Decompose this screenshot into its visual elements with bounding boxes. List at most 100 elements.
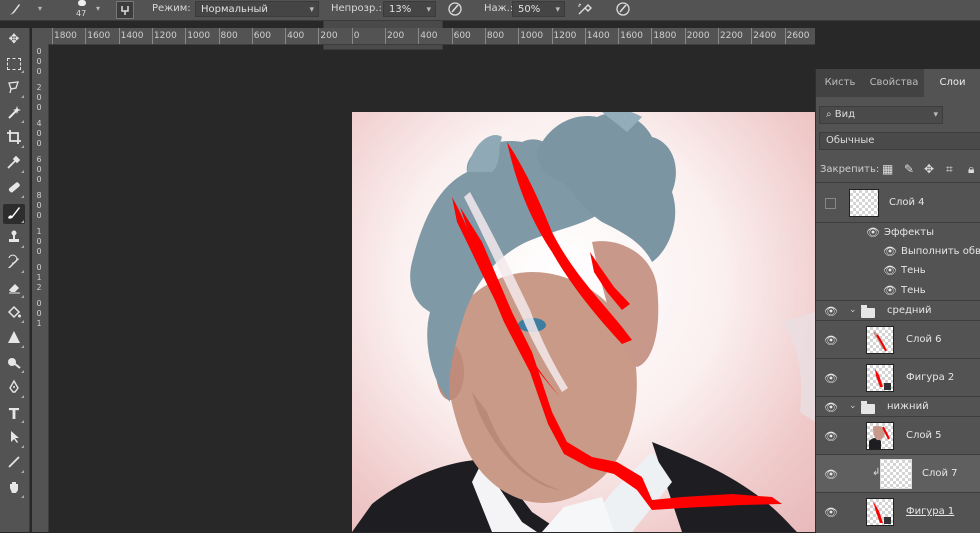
ruler-label: 8 (36, 191, 42, 200)
lock-all-icon[interactable]: 🔒︎ (968, 162, 974, 177)
eye-icon[interactable]: 👁︎ (824, 468, 838, 481)
blend-mode-value: Нормальный (201, 4, 268, 15)
layer-row-layer4[interactable]: Слой 4 (816, 183, 980, 223)
magic-wand-tool-icon[interactable] (3, 104, 25, 124)
type-tool-icon[interactable]: T (3, 404, 25, 424)
eye-icon[interactable]: 👁︎ (824, 305, 838, 318)
layer-row-layer7[interactable]: 👁︎ ↲ Слой 7 (816, 455, 980, 493)
ruler-label: 600 (253, 31, 271, 41)
visibility-toggle[interactable] (825, 198, 836, 209)
layer-row-group-middle[interactable]: 👁︎ ⌄ средний (816, 301, 980, 321)
clone-stamp-tool-icon[interactable] (3, 229, 25, 249)
ruler-label: 0 (36, 201, 42, 210)
eye-icon[interactable]: 👁︎ (866, 226, 880, 239)
ruler-label: 6 (36, 155, 42, 164)
ruler-label: 0 (36, 129, 42, 138)
lock-transparency-icon[interactable]: ▦ (882, 162, 893, 176)
horizontal-ruler[interactable]: 1800 1600 1400 1200 1000 800 600 400 200 0 200 400 6… (48, 28, 815, 45)
effect-row-stroke[interactable]: 👁︎ Выполнить обводку (816, 242, 980, 261)
ruler-origin[interactable] (32, 28, 48, 44)
lock-image-icon[interactable]: ✎ (904, 162, 914, 176)
ruler-label: 1200 (553, 31, 577, 41)
brush-size-value: 47 (76, 9, 87, 18)
eye-icon[interactable]: 👁︎ (883, 245, 897, 258)
lock-artboard-icon[interactable]: ⌗ (946, 162, 953, 177)
pen-tool-icon[interactable] (3, 379, 25, 399)
sharpen-tool-icon[interactable] (3, 329, 25, 349)
ruler-label: 800 (220, 31, 238, 41)
ruler-tick (418, 28, 420, 44)
ruler-tick (185, 28, 187, 44)
effect-row-shadow-2[interactable]: 👁︎ Тень (816, 280, 980, 301)
eye-icon[interactable]: 👁︎ (824, 506, 838, 519)
ruler-label: 1600 (620, 31, 643, 41)
ruler-tick (484, 28, 486, 44)
eyedropper-tool-icon[interactable] (3, 154, 25, 174)
ruler-label: 400 (420, 31, 438, 41)
eye-icon[interactable]: 👁︎ (824, 372, 838, 385)
brush-size-picker[interactable]: 47 (70, 0, 96, 20)
layer-blend-mode-select[interactable]: Обычные (819, 132, 980, 150)
layer-row-layer6[interactable]: 👁︎ Слой 6 (816, 321, 980, 359)
layers-list: Слой 4 👁︎ Эффекты 👁︎ Выполнить обводку 👁… (816, 182, 980, 533)
history-brush-tool-icon[interactable] (3, 254, 25, 274)
ruler-tick (518, 28, 520, 44)
ruler-label: 4 (36, 119, 42, 128)
layer-filter-select[interactable]: ⌕ Вид ▾ (819, 106, 943, 124)
airbrush-icon[interactable] (576, 1, 594, 19)
layer-name: Слой 6 (906, 334, 942, 345)
healing-brush-tool-icon[interactable] (3, 179, 25, 199)
effect-row-shadow[interactable]: 👁︎ Тень (816, 261, 980, 280)
effect-name: Тень (901, 285, 926, 296)
lasso-tool-icon[interactable] (3, 79, 25, 99)
layer-row-shape2[interactable]: 👁︎ Фигура 2 (816, 359, 980, 397)
eye-icon[interactable]: 👁︎ (824, 430, 838, 443)
path-selection-tool-icon[interactable] (3, 429, 25, 449)
ruler-label: 0 (36, 139, 42, 148)
chevron-down-icon[interactable]: ⌄ (849, 401, 857, 411)
chevron-down-icon[interactable]: ▾ (96, 4, 100, 13)
layer-row-layer5[interactable]: 👁︎ Слой 5 (816, 417, 980, 455)
tab-layers[interactable]: Слои (924, 69, 980, 97)
chevron-down-icon[interactable]: ⌄ (849, 305, 857, 315)
ruler-label: 1800 (54, 31, 77, 41)
layer-row-group-bottom[interactable]: 👁︎ ⌄ нижний (816, 397, 980, 417)
brush-panel-toggle-icon[interactable] (116, 1, 134, 19)
document-canvas[interactable] (352, 112, 815, 532)
pressure-field[interactable]: 50% ▾ (512, 1, 565, 17)
effect-name: Выполнить обводку (901, 246, 980, 257)
ruler-label: 800 (486, 31, 505, 41)
layer-row-shape1[interactable]: 👁︎ Фигура 1 (816, 493, 980, 533)
vertical-ruler[interactable]: 000200400600800100012001 (32, 44, 49, 532)
tab-properties[interactable]: Свойства (864, 69, 924, 97)
layer-name: Фигура 2 (906, 372, 955, 383)
tab-brush[interactable]: Кисть (816, 69, 864, 97)
move-tool-icon[interactable]: ✥ (3, 30, 25, 50)
ruler-label: 0 (36, 175, 42, 184)
dodge-tool-icon[interactable] (3, 354, 25, 374)
eye-icon[interactable]: 👁︎ (883, 284, 897, 297)
eye-icon[interactable]: 👁︎ (824, 334, 838, 347)
eye-icon[interactable]: 👁︎ (883, 264, 897, 277)
opacity-field[interactable]: 13% ▾ (383, 1, 436, 17)
effects-label: Эффекты (884, 227, 934, 238)
ruler-label: 1400 (120, 31, 144, 41)
paint-bucket-tool-icon[interactable] (3, 304, 25, 324)
layer-thumbnail (849, 189, 879, 217)
pressure-opacity-icon[interactable] (446, 1, 464, 19)
eraser-tool-icon[interactable] (3, 279, 25, 299)
brush-tool-preset-icon[interactable] (6, 1, 24, 19)
eye-icon[interactable]: 👁︎ (824, 401, 838, 414)
line-shape-tool-icon[interactable] (3, 454, 25, 474)
effects-row[interactable]: 👁︎ Эффекты (816, 223, 980, 242)
chevron-down-icon[interactable]: ▾ (38, 4, 42, 13)
brush-tool-icon[interactable] (3, 204, 25, 224)
pressure-size-icon[interactable] (614, 1, 632, 19)
crop-tool-icon[interactable] (3, 129, 25, 149)
marquee-tool-icon[interactable] (3, 54, 25, 74)
portrait-artwork (352, 112, 815, 532)
ruler-tick (618, 28, 620, 44)
lock-position-icon[interactable]: ✥ (924, 162, 934, 176)
hand-tool-icon[interactable] (3, 479, 25, 499)
blend-mode-select[interactable]: Нормальный ▾ (195, 1, 319, 17)
